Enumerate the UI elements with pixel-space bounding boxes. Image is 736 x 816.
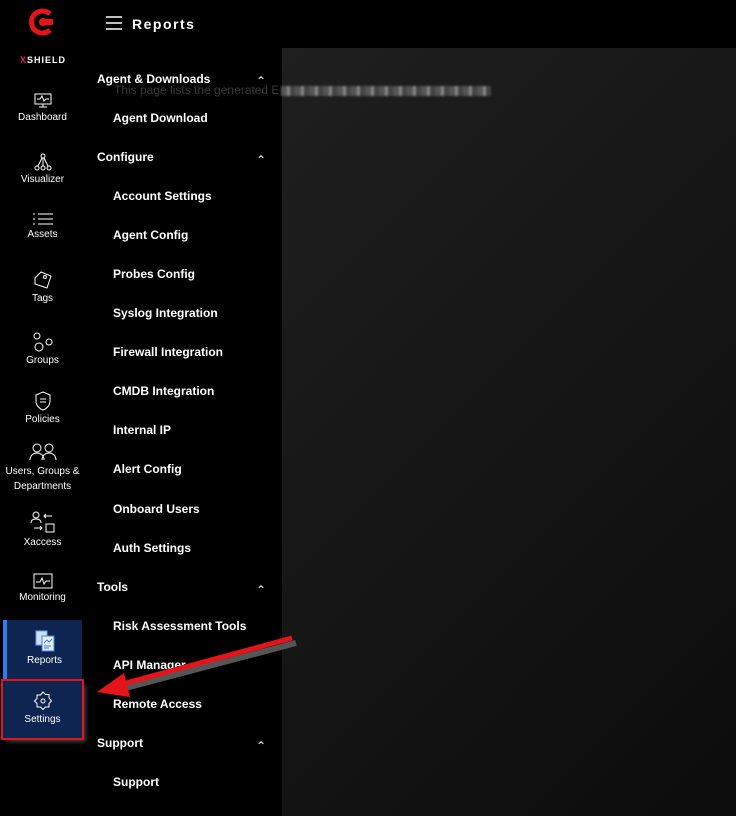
annotation-arrow: [97, 635, 297, 697]
